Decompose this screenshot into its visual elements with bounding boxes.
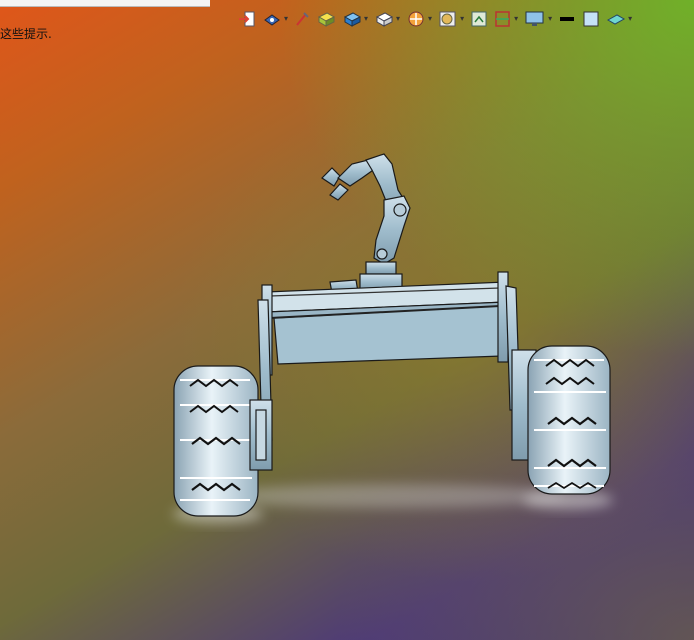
chassis [257,271,521,441]
left-wheel [173,365,273,517]
robot-arm [321,153,411,294]
right-wheel [511,345,611,495]
model-viewport[interactable] [0,0,694,640]
